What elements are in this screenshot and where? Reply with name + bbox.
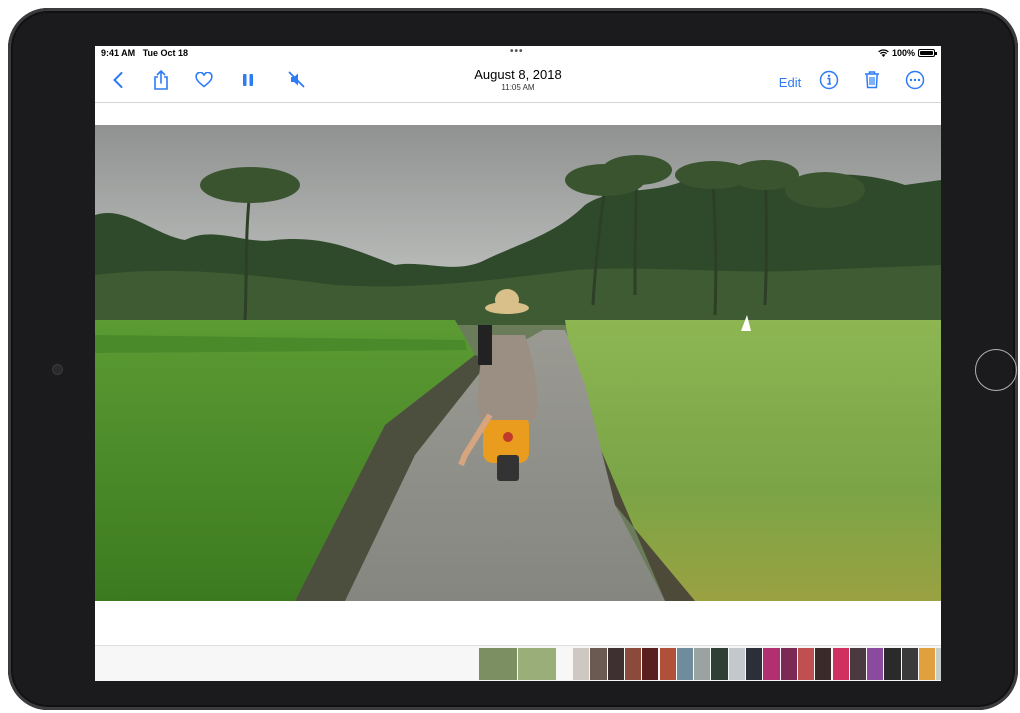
- battery-icon: [918, 49, 937, 57]
- more-icon: [905, 70, 925, 95]
- pause-button[interactable]: [240, 70, 256, 94]
- share-button[interactable]: [151, 69, 171, 95]
- screen: 9:41 AM Tue Oct 18 ••• 100% August 8, 20…: [95, 46, 941, 681]
- more-button[interactable]: [904, 70, 926, 94]
- photo-title: August 8, 2018 11:05 AM: [418, 67, 618, 92]
- filmstrip-thumbnail[interactable]: [624, 648, 642, 680]
- filmstrip-thumbnail[interactable]: [797, 648, 815, 680]
- thumbnail-filmstrip: [95, 645, 941, 681]
- info-button[interactable]: [818, 70, 840, 94]
- delete-button[interactable]: [862, 70, 882, 94]
- filmstrip-thumbnail[interactable]: [780, 648, 797, 680]
- filmstrip-thumbnail[interactable]: [815, 648, 832, 680]
- battery-percent: 100%: [891, 48, 915, 58]
- filmstrip-thumbnail[interactable]: [936, 648, 941, 680]
- filmstrip-thumbnail[interactable]: [518, 648, 556, 680]
- photo-time: 11:05 AM: [501, 83, 535, 92]
- filmstrip-thumbnail[interactable]: [659, 648, 676, 680]
- filmstrip-thumbnail[interactable]: [479, 648, 517, 680]
- photo-date: August 8, 2018: [474, 67, 562, 82]
- status-bar: 9:41 AM Tue Oct 18 ••• 100%: [95, 46, 941, 60]
- filmstrip-thumbnail[interactable]: [694, 648, 711, 680]
- trash-icon: [864, 70, 880, 94]
- front-camera: [53, 365, 62, 374]
- back-button[interactable]: [111, 70, 125, 94]
- share-icon: [153, 69, 169, 95]
- filmstrip-thumbnail[interactable]: [676, 648, 694, 680]
- status-date: Tue Oct 18: [142, 48, 189, 58]
- back-icon: [113, 71, 123, 93]
- filmstrip-thumbnail[interactable]: [901, 648, 918, 680]
- status-right: 100%: [878, 48, 937, 58]
- filmstrip-thumbnail[interactable]: [607, 648, 624, 680]
- mute-button[interactable]: [286, 70, 306, 94]
- filmstrip-thumbnail[interactable]: [832, 648, 849, 680]
- status-time: 9:41 AM Tue Oct 18: [101, 48, 188, 58]
- favorite-button[interactable]: [193, 70, 215, 94]
- status-clock: 9:41 AM: [101, 48, 136, 58]
- home-button[interactable]: [975, 349, 1017, 391]
- filmstrip-thumbnail[interactable]: [573, 648, 590, 680]
- filmstrip-thumbnail[interactable]: [642, 648, 659, 680]
- info-icon: [819, 70, 839, 95]
- wifi-icon: [878, 49, 889, 57]
- mute-icon: [288, 71, 305, 93]
- heart-icon: [195, 71, 213, 93]
- edit-button[interactable]: Edit: [777, 70, 803, 94]
- multitasking-dots[interactable]: •••: [510, 46, 524, 57]
- filmstrip-thumbnail[interactable]: [849, 648, 867, 680]
- filmstrip-thumbnail[interactable]: [728, 648, 745, 680]
- pause-icon: [242, 73, 254, 92]
- main-photo[interactable]: [95, 125, 941, 601]
- photo-scene: [95, 125, 941, 601]
- photo-toolbar: August 8, 2018 11:05 AM Edit: [95, 60, 941, 103]
- filmstrip-thumbnail[interactable]: [919, 648, 936, 680]
- filmstrip-thumbnail[interactable]: [884, 648, 901, 680]
- filmstrip-thumbnail[interactable]: [867, 648, 884, 680]
- filmstrip-thumbnail[interactable]: [746, 648, 763, 680]
- filmstrip-thumbnail[interactable]: [763, 648, 780, 680]
- filmstrip-thumbnail[interactable]: [590, 648, 607, 680]
- filmstrip-thumbnail[interactable]: [711, 648, 728, 680]
